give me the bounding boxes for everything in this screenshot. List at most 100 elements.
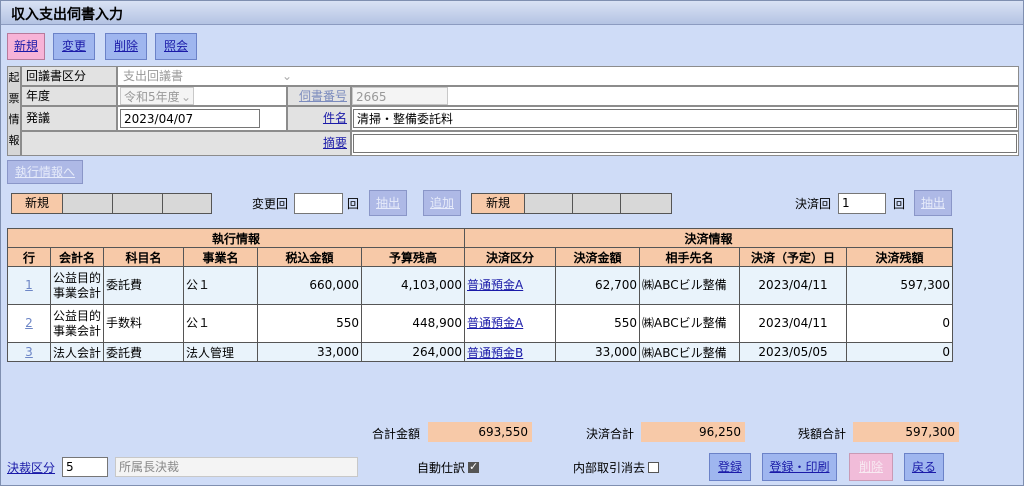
settle-count-field[interactable]: 1	[838, 193, 886, 214]
date-cell: 2023/04/11	[739, 304, 848, 343]
exec-extract-button[interactable]: 抽出	[369, 190, 407, 216]
doc-type-cell: 支出回議書 ⌄	[117, 66, 1019, 86]
exec-info-button[interactable]: 執行情報へ	[7, 160, 83, 184]
doc-no-cell: 2665	[351, 86, 1019, 106]
settle-total-label: 決済合計	[586, 427, 635, 441]
subject-cell: 委託費	[103, 266, 185, 305]
title-bar: 収入支出伺書入力	[1, 1, 1023, 25]
table-row[interactable]: 1 公益目的事業会計 委託費 公１ 660,000 4,103,000 普通預金…	[7, 266, 954, 305]
subject-cell: 手数料	[103, 304, 185, 343]
chevron-down-icon: ⌄	[281, 69, 292, 83]
col-header-settle-amount: 決済金額	[555, 247, 641, 267]
settle-mode-slot-2[interactable]	[524, 193, 573, 214]
total-label: 合計金額	[372, 427, 421, 441]
side-char-3: 情	[8, 113, 20, 126]
row-number-cell[interactable]: 3	[7, 342, 51, 362]
summary-label[interactable]: 摘要	[323, 136, 347, 150]
partner-cell: ㈱ABCビル整備	[639, 266, 741, 305]
settle-type-link[interactable]: 普通預金A	[467, 278, 523, 292]
new-button[interactable]: 新規	[7, 33, 45, 60]
back-button[interactable]: 戻る	[904, 453, 944, 481]
auto-journal[interactable]: 自動仕訳	[417, 459, 480, 476]
amount-cell: 33,000	[257, 342, 363, 362]
chevron-down-icon: ⌄	[180, 90, 191, 104]
exec-mode-slot-2[interactable]	[62, 193, 113, 214]
year-select[interactable]: 令和5年度 ⌄	[120, 87, 194, 105]
amount-cell: 550	[257, 304, 363, 343]
subject-field[interactable]: 清掃・整備委託料	[353, 109, 1017, 128]
amount-cell: 660,000	[257, 266, 363, 305]
decision-label[interactable]: 決裁区分	[7, 459, 55, 476]
change-count-field[interactable]	[294, 193, 343, 214]
settle-count-unit: 回	[893, 197, 906, 211]
settle-mode-slot-4[interactable]	[620, 193, 672, 214]
partner-cell: ㈱ABCビル整備	[639, 304, 741, 343]
internal-cancel[interactable]: 内部取引消去	[573, 459, 660, 476]
settle-type-link[interactable]: 普通預金B	[467, 346, 523, 360]
register-print-button[interactable]: 登録・印刷	[762, 453, 837, 481]
row-number-link[interactable]: 1	[25, 278, 33, 292]
settle-amount-cell: 62,700	[555, 266, 641, 305]
settle-type-link[interactable]: 普通預金A	[467, 316, 523, 330]
exec-mode-slot-4[interactable]	[162, 193, 212, 214]
row-number-link[interactable]: 3	[25, 345, 33, 359]
settle-mode-new[interactable]: 新規	[471, 193, 525, 214]
col-header-partner: 相手先名	[639, 247, 741, 267]
table-row[interactable]: 2 公益目的事業会計 手数料 公１ 550 448,900 普通預金A 550 …	[7, 304, 954, 343]
doc-type-value: 支出回議書	[123, 69, 184, 83]
change-button[interactable]: 変更	[53, 33, 95, 60]
auto-journal-checkbox[interactable]	[468, 460, 480, 473]
window-title: 収入支出伺書入力	[11, 7, 123, 23]
summary-field[interactable]	[353, 134, 1017, 153]
settle-mode-slot-3[interactable]	[572, 193, 621, 214]
summary-label-cell: 摘要	[21, 131, 351, 156]
account-cell: 公益目的事業会計	[49, 266, 105, 305]
col-header-account: 会計名	[49, 247, 105, 267]
doc-no-field[interactable]: 2665	[352, 87, 448, 105]
doc-type-select[interactable]: 支出回議書 ⌄	[120, 67, 296, 85]
decision-name-field: 所属長決裁	[115, 457, 358, 477]
year-value: 令和5年度	[124, 90, 180, 104]
settle-type-cell[interactable]: 普通預金A	[464, 266, 557, 305]
table-row[interactable]: 3 法人会計 委託費 法人管理 33,000 264,000 普通預金B 33,…	[7, 342, 954, 362]
exec-add-button[interactable]: 追加	[423, 190, 461, 216]
footer-delete-button[interactable]: 削除	[849, 453, 893, 481]
exec-mode-new[interactable]: 新規	[11, 193, 63, 214]
year-label: 年度	[21, 86, 117, 106]
exec-mode-slot-3[interactable]	[112, 193, 163, 214]
settle-type-cell[interactable]: 普通預金A	[464, 304, 557, 343]
auto-journal-label: 自動仕訳	[417, 461, 466, 475]
change-count-unit: 回	[347, 197, 360, 211]
remain-cell: 0	[846, 342, 954, 362]
delete-button[interactable]: 削除	[105, 33, 147, 60]
subject-label[interactable]: 件名	[323, 111, 347, 125]
project-cell: 法人管理	[183, 342, 259, 362]
col-header-remain: 決済残額	[846, 247, 954, 267]
register-button[interactable]: 登録	[709, 453, 751, 481]
col-header-budget: 予算残高	[361, 247, 466, 267]
project-cell: 公１	[183, 304, 259, 343]
subject-cell: 清掃・整備委託料	[351, 106, 1019, 131]
settle-extract-button[interactable]: 抽出	[914, 190, 952, 216]
group-header-settle: 決済情報	[464, 228, 954, 248]
remain-cell: 0	[846, 304, 954, 343]
total-value: 693,550	[428, 422, 532, 442]
partner-cell: ㈱ABCビル整備	[639, 342, 741, 362]
internal-cancel-checkbox[interactable]	[648, 462, 660, 473]
decision-code-field[interactable]: 5	[62, 457, 108, 477]
issue-cell: 2023/04/07	[117, 106, 287, 131]
issue-date-field[interactable]: 2023/04/07	[120, 109, 260, 128]
settle-type-cell[interactable]: 普通預金B	[464, 342, 557, 362]
budget-cell: 4,103,000	[361, 266, 466, 305]
row-number-cell[interactable]: 1	[7, 266, 51, 305]
browse-button[interactable]: 照会	[155, 33, 197, 60]
year-cell: 令和5年度 ⌄	[117, 86, 287, 106]
internal-cancel-label: 内部取引消去	[573, 461, 646, 475]
remain-cell: 597,300	[846, 266, 954, 305]
detail-grid: 執行情報 決済情報 行 会計名 科目名 事業名 税込金額 予算残高 決済区分 決…	[6, 228, 954, 362]
remain-total-value: 597,300	[853, 422, 959, 442]
col-header-settle-type: 決済区分	[464, 247, 557, 267]
row-number-link[interactable]: 2	[25, 316, 33, 330]
row-number-cell[interactable]: 2	[7, 304, 51, 343]
budget-cell: 448,900	[361, 304, 466, 343]
